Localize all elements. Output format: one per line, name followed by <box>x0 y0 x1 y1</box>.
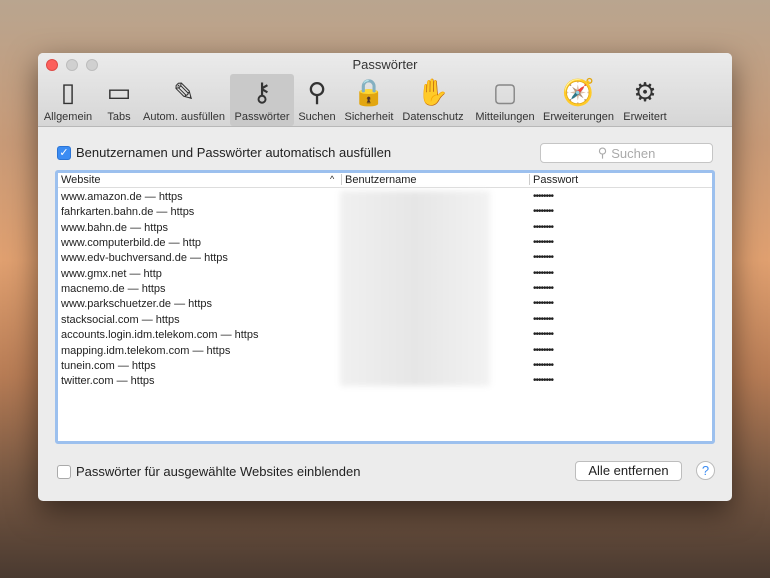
password-cell: •••••••• <box>533 344 554 356</box>
website-cell: www.amazon.de — https <box>61 191 183 203</box>
toolbar-item-tabs[interactable]: ▭ Tabs <box>102 74 136 126</box>
password-cell: •••••••• <box>533 221 554 233</box>
website-cell: www.edv-buchversand.de — https <box>61 252 228 265</box>
passwords-table: Website ^ Benutzername Passwort www.amaz… <box>55 170 715 444</box>
toolbar-label: Suchen <box>298 111 336 123</box>
table-row[interactable]: www.gmx.net — http •••••••• <box>61 268 711 283</box>
website-cell: fahrkarten.bahn.de — https <box>61 206 195 219</box>
password-cell: •••••••• <box>533 206 554 218</box>
toolbar-item-sicherheit[interactable]: 🔒 Sicherheit <box>341 74 397 126</box>
website-cell: stacksocial.com — https <box>61 313 180 326</box>
search-input[interactable]: ⚲ Suchen <box>540 143 713 163</box>
password-cell: •••••••• <box>533 313 554 325</box>
hand-icon: ✋ <box>416 76 450 107</box>
website-cell: www.gmx.net — http <box>61 267 162 280</box>
preferences-window: Passwörter ▯ Allgemein ▭ Tabs ✎ Autom. ausfül… <box>38 53 732 501</box>
table-row[interactable]: fahrkarten.bahn.de — https •••••••• <box>61 206 711 221</box>
search-icon: ⚲ <box>597 145 608 160</box>
show-passwords-label: Passwörter für ausgewählte Websites einb… <box>76 464 361 479</box>
password-cell: •••••••• <box>533 191 554 202</box>
toolbar-label: Tabs <box>107 111 131 123</box>
password-cell: •••••••• <box>533 252 554 264</box>
gear-icon: ⚙ <box>633 76 657 107</box>
password-cell: •••••••• <box>533 267 554 279</box>
toolbar-item-autom-ausfüllen[interactable]: ✎ Autom. ausfüllen <box>138 74 230 126</box>
table-row[interactable]: accounts.login.idm.telekom.com — https ••… <box>61 329 711 344</box>
website-cell: www.computerbild.de — http <box>61 237 202 250</box>
search-placeholder: Suchen <box>611 145 656 161</box>
toolbar-item-mitteilungen[interactable]: ▢ Mitteilungen <box>471 74 539 126</box>
table-row[interactable]: www.bahn.de — https •••••••• <box>61 222 711 237</box>
key-icon: ⚷ <box>252 76 272 107</box>
website-cell: tunein.com — https <box>61 359 156 372</box>
titlebar: Passwörter ▯ Allgemein ▭ Tabs ✎ Autom. ausfül… <box>38 53 732 127</box>
website-cell: accounts.login.idm.telekom.com — https <box>61 329 259 342</box>
toolbar-item-erweiterungen[interactable]: 🧭 Erweiterungen <box>540 74 617 126</box>
toolbar-item-datenschutz[interactable]: ✋ Datenschutz <box>400 74 466 126</box>
pencil-icon: ✎ <box>173 76 195 107</box>
toolbar-label: Allgemein <box>43 111 93 123</box>
show-passwords-checkbox[interactable] <box>57 465 71 479</box>
lock-icon: 🔒 <box>352 76 386 107</box>
column-username[interactable]: Benutzername <box>345 174 417 186</box>
toolbar-label: Autom. ausfüllen <box>143 111 225 123</box>
magnifier-icon: ⚲ <box>307 76 327 107</box>
table-row[interactable]: macnemo.de — https •••••••• <box>61 283 711 298</box>
notification-icon: ▢ <box>492 76 518 107</box>
table-row[interactable]: www.parkschuetzer.de — https •••••••• <box>61 298 711 313</box>
toolbar-label: Datenschutz <box>402 111 464 123</box>
website-cell: macnemo.de — https <box>61 283 166 296</box>
help-button[interactable]: ? <box>696 461 715 480</box>
toolbar-item-allgemein[interactable]: ▯ Allgemein <box>43 74 93 126</box>
autofill-label: Benutzernamen und Passwörter automatisch… <box>76 145 392 160</box>
table-row[interactable]: twitter.com — https •••••••• <box>61 375 711 390</box>
password-cell: •••••••• <box>533 359 554 371</box>
website-cell: www.parkschuetzer.de — https <box>61 298 213 311</box>
autofill-checkbox[interactable]: ✓ <box>57 146 71 160</box>
table-row[interactable]: www.computerbild.de — http •••••••• <box>61 237 711 252</box>
table-row[interactable]: mapping.idm.telekom.com — https •••••••• <box>61 345 711 360</box>
password-cell: •••••••• <box>533 298 554 310</box>
table-row[interactable]: stacksocial.com — https •••••••• <box>61 314 711 329</box>
website-cell: www.bahn.de — https <box>61 221 169 234</box>
toolbar-label: Mitteilungen <box>475 111 535 123</box>
website-cell: twitter.com — https <box>61 375 155 388</box>
puzzle-compass-icon: 🧭 <box>562 76 595 107</box>
toolbar-item-erweitert[interactable]: ⚙ Erweitert <box>620 74 670 126</box>
column-website[interactable]: Website <box>61 174 101 186</box>
password-cell: •••••••• <box>533 283 554 295</box>
sort-ascending-icon: ^ <box>330 174 335 184</box>
website-cell: mapping.idm.telekom.com — https <box>61 344 231 357</box>
toolbar-item-suchen[interactable]: ⚲ Suchen <box>296 74 338 126</box>
toolbar-label: Erweitert <box>623 111 667 123</box>
table-row[interactable]: tunein.com — https •••••••• <box>61 360 711 375</box>
toolbar-label: Passwörter <box>234 111 290 123</box>
password-cell: •••••••• <box>533 237 554 249</box>
table-header: Website ^ Benutzername Passwort <box>58 173 712 188</box>
password-cell: •••••••• <box>533 329 554 341</box>
remove-all-button[interactable]: Alle entfernen <box>575 461 682 481</box>
column-password[interactable]: Passwort <box>533 174 578 186</box>
window-title: Passwörter <box>352 57 418 72</box>
toolbar-label: Erweiterungen <box>543 111 614 123</box>
table-row[interactable]: www.amazon.de — https •••••••• <box>61 191 711 206</box>
toolbar-label: Sicherheit <box>344 111 394 123</box>
table-row[interactable]: www.edv-buchversand.de — https •••••••• <box>61 252 711 267</box>
toolbar-item-passwörter[interactable]: ⚷ Passwörter <box>230 74 294 126</box>
switch-icon: ▯ <box>60 76 76 107</box>
password-cell: •••••••• <box>533 375 554 387</box>
tabs-icon: ▭ <box>106 76 132 107</box>
